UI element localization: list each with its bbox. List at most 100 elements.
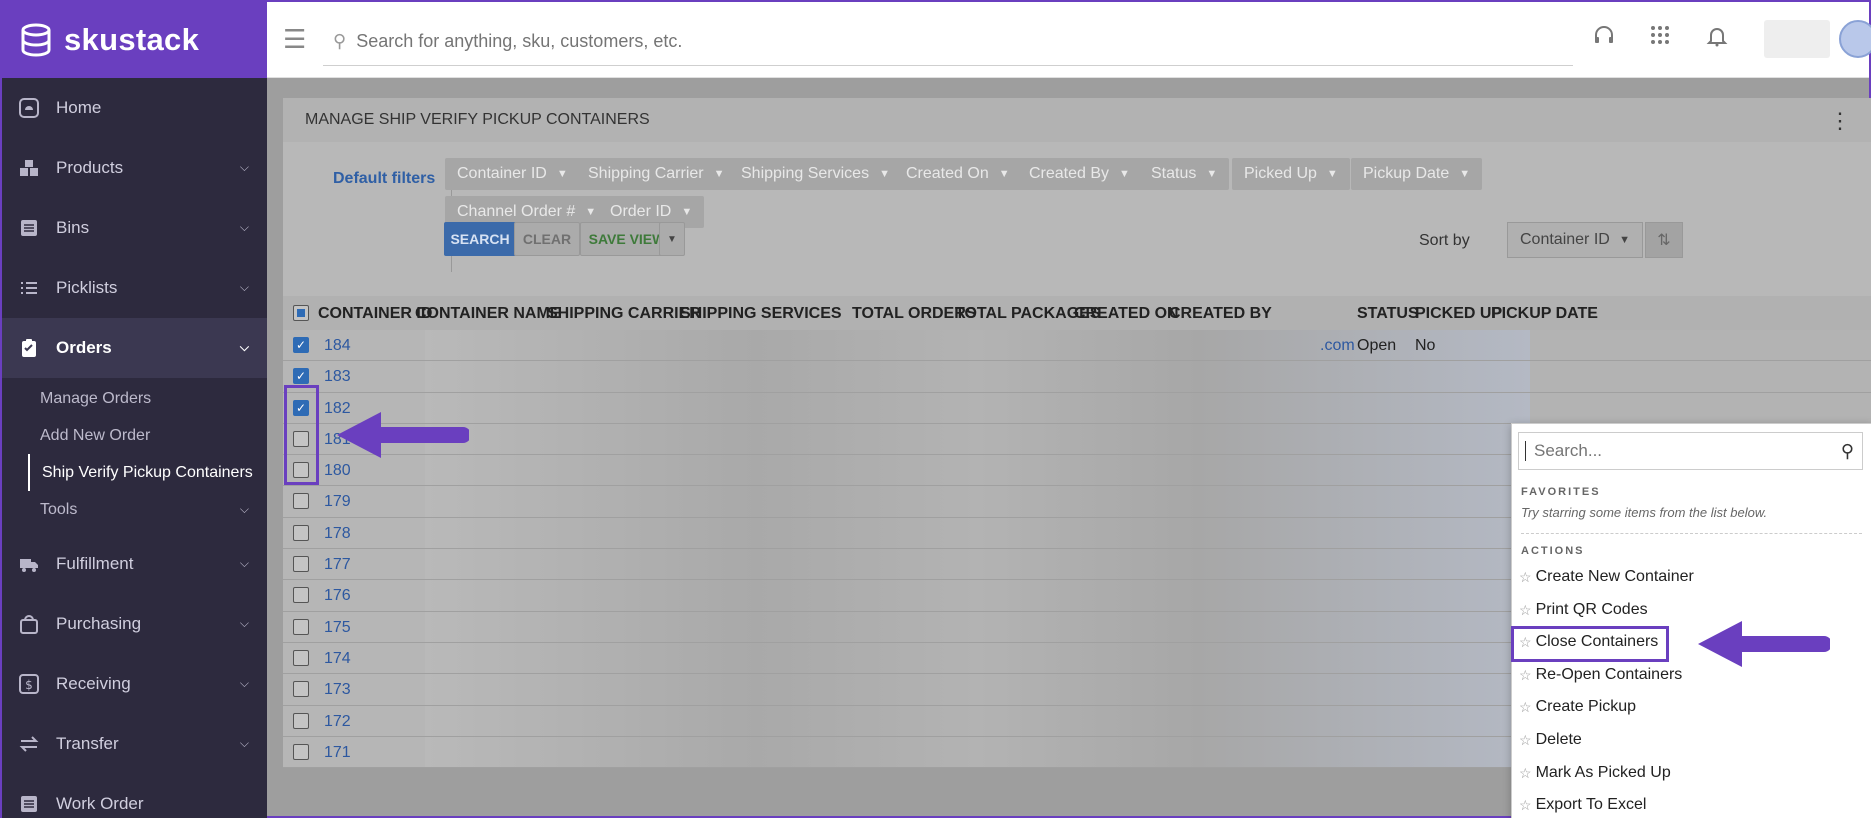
global-search[interactable]: ⚲ [323, 18, 1573, 66]
sidebar-item-label: Home [56, 98, 102, 117]
save-view-dropdown-icon[interactable]: ▼ [659, 222, 685, 256]
action-delete[interactable]: ☆ Delete [1519, 731, 1582, 749]
row-checkbox[interactable] [293, 524, 309, 541]
bell-icon[interactable] [1705, 24, 1729, 55]
filter-created-on[interactable]: Created On ▼ [894, 158, 1022, 190]
star-icon[interactable]: ☆ [1519, 765, 1532, 782]
star-icon[interactable]: ☆ [1519, 602, 1532, 619]
action-mark-as-picked-up[interactable]: ☆ Mark As Picked Up [1519, 764, 1671, 782]
row-checkbox[interactable] [293, 649, 309, 666]
actions-search-input[interactable] [1525, 441, 1825, 461]
column-header[interactable]: CREATED BY [1169, 305, 1272, 323]
row-checkbox[interactable] [293, 743, 309, 760]
row-checkbox[interactable]: ✓ [293, 368, 309, 385]
action-label: Re-Open Containers [1535, 666, 1683, 683]
blurred-content [425, 455, 1530, 486]
row-checkbox[interactable] [293, 712, 309, 729]
subnav-add-new-order[interactable]: Add New Order [28, 417, 267, 454]
filter-picked-up[interactable]: Picked Up ▼ [1232, 158, 1350, 190]
sidebar-item-receiving[interactable]: $ Receiving ⌵ [2, 654, 267, 714]
row-checkbox[interactable] [293, 618, 309, 635]
sidebar-item-home[interactable]: Home [2, 78, 267, 138]
column-header[interactable]: CREATED ON [1074, 305, 1179, 323]
container-id-link[interactable]: 176 [324, 587, 351, 605]
column-header[interactable]: SHIPPING CARRIER [547, 305, 701, 323]
container-id-link[interactable]: 173 [324, 681, 351, 699]
container-id-link[interactable]: 180 [324, 462, 351, 480]
brand-logo[interactable]: skustack [2, 2, 267, 78]
sidebar-item-fulfillment[interactable]: Fulfillment ⌵ [2, 534, 267, 594]
table-row[interactable]: ✓ 184 .com Open No [283, 330, 1871, 362]
row-checkbox[interactable] [293, 493, 309, 510]
filter-pickup-date[interactable]: Pickup Date ▼ [1351, 158, 1483, 190]
star-icon[interactable]: ☆ [1519, 732, 1532, 749]
filter-label: Order ID [610, 203, 672, 220]
container-id-link[interactable]: 179 [324, 493, 351, 511]
user-name-box[interactable] [1764, 20, 1830, 58]
subnav-ship-verify-pickup-containers[interactable]: Ship Verify Pickup Containers [28, 454, 267, 491]
container-id-link[interactable]: 174 [324, 650, 351, 668]
action-export-to-excel[interactable]: ☆ Export To Excel [1519, 796, 1646, 814]
row-checkbox[interactable] [293, 556, 309, 573]
filter-shipping-carrier[interactable]: Shipping Carrier ▼ [576, 158, 737, 190]
select-all-checkbox[interactable] [293, 305, 309, 321]
row-checkbox[interactable]: ✓ [293, 337, 309, 353]
filter-created-by[interactable]: Created By ▼ [1017, 158, 1142, 190]
column-header[interactable]: SHIPPING SERVICES [680, 305, 842, 323]
action-create-pickup[interactable]: ☆ Create Pickup [1519, 698, 1636, 716]
star-icon[interactable]: ☆ [1519, 797, 1532, 814]
column-header[interactable]: STATUS [1357, 305, 1419, 323]
column-header[interactable]: PICKUP DATE [1491, 305, 1598, 323]
created-by-link[interactable]: .com [1320, 337, 1355, 355]
table-row[interactable]: ✓ 183 [283, 361, 1871, 393]
subnav-tools[interactable]: Tools ⌵ [28, 491, 267, 528]
filter-status[interactable]: Status ▼ [1139, 158, 1230, 190]
action-label: Mark As Picked Up [1535, 764, 1671, 781]
sort-direction-icon[interactable]: ⇅ [1645, 222, 1683, 258]
container-id-link[interactable]: 172 [324, 713, 351, 731]
action-re-open-containers[interactable]: ☆ Re-Open Containers [1519, 666, 1682, 684]
sidebar-item-bins[interactable]: Bins ⌵ [2, 198, 267, 258]
global-search-input[interactable] [356, 31, 1457, 52]
star-icon[interactable]: ☆ [1519, 667, 1532, 684]
search-button[interactable]: SEARCH [444, 222, 516, 256]
filter-shipping-services[interactable]: Shipping Services ▼ [729, 158, 902, 190]
clear-button[interactable]: CLEAR [514, 222, 580, 256]
container-id-link[interactable]: 178 [324, 525, 351, 543]
sidebar-item-picklists[interactable]: Picklists ⌵ [2, 258, 267, 318]
container-id-link[interactable]: 183 [324, 368, 351, 386]
row-checkbox[interactable] [293, 681, 309, 698]
blurred-content [425, 423, 1530, 455]
container-id-link[interactable]: 171 [324, 744, 351, 762]
clipboard-icon [16, 335, 42, 361]
more-vertical-icon[interactable]: ⋮ [1829, 108, 1851, 134]
avatar[interactable] [1839, 20, 1871, 58]
sidebar-item-products[interactable]: Products ⌵ [2, 138, 267, 198]
actions-heading: ACTIONS [1521, 545, 1585, 557]
sort-by-select[interactable]: Container ID ▼ [1507, 222, 1643, 258]
headset-icon[interactable] [1592, 24, 1616, 55]
filter-container-id[interactable]: Container ID ▼ [445, 158, 580, 190]
sidebar-item-purchasing[interactable]: Purchasing ⌵ [2, 594, 267, 654]
table-row[interactable]: ✓ 182 [283, 392, 1871, 424]
container-id-link[interactable]: 175 [324, 619, 351, 637]
blurred-content [425, 705, 1530, 736]
sidebar-item-orders[interactable]: Orders ⌵ [2, 318, 267, 378]
apps-grid-icon[interactable] [1649, 24, 1671, 53]
star-icon[interactable]: ☆ [1519, 569, 1532, 586]
container-id-link[interactable]: 184 [324, 337, 351, 355]
action-print-qr-codes[interactable]: ☆ Print QR Codes [1519, 601, 1648, 619]
sidebar-item-work-order[interactable]: Work Order [2, 774, 267, 818]
hamburger-menu-icon[interactable]: ☰ [283, 24, 306, 55]
column-header[interactable]: PICKED UP [1415, 305, 1502, 323]
column-header[interactable]: CONTAINER NAME [415, 305, 560, 323]
bag-icon [16, 611, 42, 637]
action-create-new-container[interactable]: ☆ Create New Container [1519, 568, 1694, 586]
container-id-link[interactable]: 177 [324, 556, 351, 574]
row-checkbox[interactable] [293, 587, 309, 604]
subnav-manage-orders[interactable]: Manage Orders [28, 380, 267, 417]
sidebar-item-transfer[interactable]: Transfer ⌵ [2, 714, 267, 774]
star-icon[interactable]: ☆ [1519, 699, 1532, 716]
actions-search[interactable]: ⚲ [1518, 432, 1863, 470]
default-filters-link[interactable]: Default filters [333, 170, 435, 188]
